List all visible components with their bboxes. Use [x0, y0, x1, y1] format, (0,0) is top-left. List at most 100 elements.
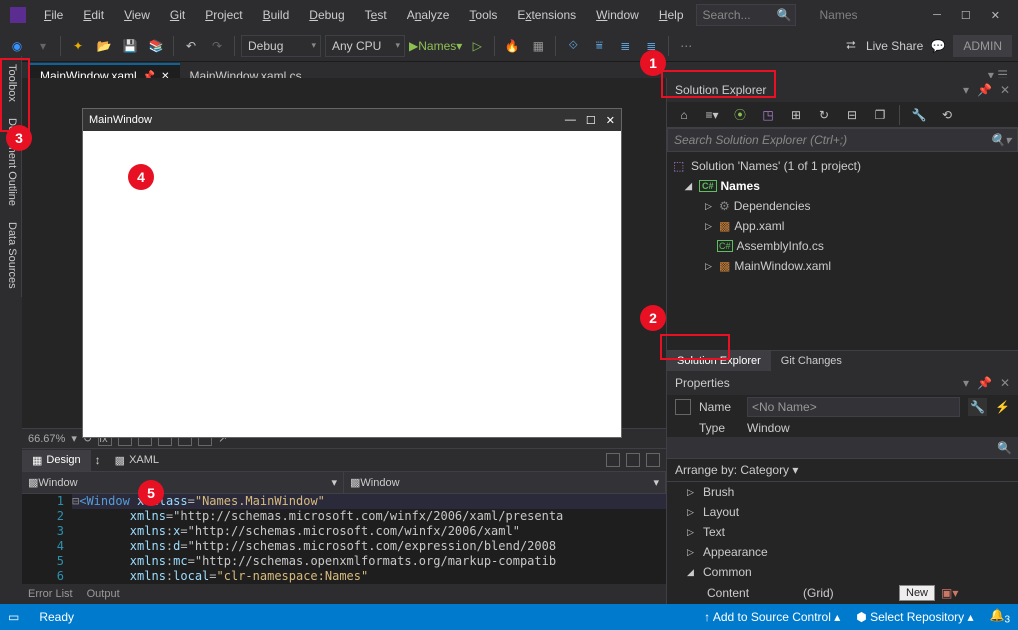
panel-close-icon[interactable]: ✕ [1000, 376, 1010, 390]
nav-fwd-icon[interactable]: ▾ [32, 35, 54, 57]
solution-search-input[interactable]: Search Solution Explorer (Ctrl+;) 🔍▾ [667, 128, 1018, 152]
menu-window[interactable]: Window [588, 4, 647, 26]
cat-layout[interactable]: ▷Layout [667, 502, 1018, 522]
menu-analyze[interactable]: Analyze [399, 4, 458, 26]
callout-box-2 [660, 334, 730, 360]
tree-assemblyinfo[interactable]: C#AssemblyInfo.cs [673, 236, 1012, 256]
sln-preview-icon[interactable]: ⟲ [936, 104, 958, 126]
prop-type-row: Type Window [667, 419, 1018, 437]
tb-btn-4[interactable]: ≣ [614, 35, 636, 57]
side-tab-data-sources[interactable]: Data Sources [0, 214, 22, 297]
cat-brush[interactable]: ▷Brush [667, 482, 1018, 502]
config-dropdown[interactable]: Debug [241, 35, 321, 57]
menu-project[interactable]: Project [197, 4, 250, 26]
arrange-by[interactable]: Arrange by: Category ▾ [667, 459, 1018, 482]
tree-app-xaml[interactable]: ▷▩App.xaml [673, 216, 1012, 236]
editor-workspace: MainWindow — ☐ ✕ 66.67% ▾ ↻ fx ↗ ▦ D [22, 78, 666, 604]
save-all-icon[interactable]: 📚 [145, 35, 167, 57]
sln-properties-icon[interactable]: 🔧 [908, 104, 930, 126]
menu-test[interactable]: Test [357, 4, 395, 26]
tb-btn-3[interactable]: ⩸ [588, 35, 610, 57]
zoom-level[interactable]: 66.67% [28, 433, 65, 445]
sln-views-icon[interactable]: ≡▾ [701, 104, 723, 126]
preview-min-icon: — [565, 114, 576, 127]
menu-git[interactable]: Git [162, 4, 193, 26]
sln-sync-icon[interactable]: ◳ [757, 104, 779, 126]
xaml-class-dropdown[interactable]: ▩ Window▾ [22, 472, 344, 493]
tab-xaml[interactable]: ▩ XAML [105, 450, 169, 471]
tree-dependencies[interactable]: ▷⚙Dependencies [673, 196, 1012, 216]
tab-design[interactable]: ▦ Design [22, 450, 91, 471]
panel-pin-icon[interactable]: 📌 [977, 376, 992, 390]
menu-help[interactable]: Help [651, 4, 692, 26]
maximize-button[interactable]: ☐ [961, 9, 971, 22]
panel-close-icon[interactable]: ✕ [1000, 83, 1010, 97]
cat-common[interactable]: ◢Common [667, 562, 1018, 582]
notifications-icon[interactable]: 🔔3 [989, 608, 1010, 625]
sln-collapse-icon[interactable]: ⊟ [841, 104, 863, 126]
liveshare-icon[interactable]: ⮂ [840, 35, 862, 57]
sln-refresh-icon[interactable]: ↻ [813, 104, 835, 126]
tb-btn-6[interactable]: ⋯ [675, 35, 697, 57]
tab-output[interactable]: Output [87, 588, 120, 600]
tb-btn-1[interactable]: ▦ [527, 35, 549, 57]
menu-search-input[interactable]: Search... 🔍 [696, 4, 796, 26]
reset-icon[interactable]: ▣▾ [941, 586, 958, 600]
events-icon[interactable]: ⚡ [995, 400, 1010, 414]
prop-name-input[interactable]: <No Name> [747, 397, 960, 417]
tab-error-list[interactable]: Error List [28, 588, 73, 600]
menu-view[interactable]: View [116, 4, 158, 26]
panel-dropdown-icon[interactable]: ▾ [963, 83, 969, 97]
split-v-icon[interactable] [626, 453, 640, 467]
close-button[interactable]: ✕ [991, 9, 1000, 22]
cat-appearance[interactable]: ▷Appearance [667, 542, 1018, 562]
panel-pin-icon[interactable]: 📌 [977, 83, 992, 97]
new-button[interactable]: New [899, 585, 935, 601]
menu-build[interactable]: Build [255, 4, 298, 26]
cat-text[interactable]: ▷Text [667, 522, 1018, 542]
sln-pending-icon[interactable]: ⦿ [729, 104, 751, 126]
designer-canvas[interactable]: MainWindow — ☐ ✕ [22, 78, 666, 428]
wrench-icon[interactable]: 🔧 [968, 398, 987, 416]
swap-panes-icon[interactable]: ↕ [91, 453, 105, 467]
liveshare-label[interactable]: Live Share [866, 39, 923, 53]
preview-max-icon: ☐ [586, 114, 596, 127]
select-repository[interactable]: ⬢ Select Repository ▴ [856, 610, 973, 624]
menu-file[interactable]: File [36, 4, 71, 26]
line-gutter: 1 2 3 4 5 6 [22, 494, 72, 584]
xaml-code-editor[interactable]: 1 2 3 4 5 6 ⊟<Window x:Class="Names.Main… [22, 494, 666, 584]
btab-git-changes[interactable]: Git Changes [771, 351, 852, 371]
menu-debug[interactable]: Debug [301, 4, 352, 26]
hot-reload-icon[interactable]: 🔥 [501, 35, 523, 57]
panel-dropdown-icon[interactable]: ▾ [963, 376, 969, 390]
sln-copy-icon[interactable]: ❐ [869, 104, 891, 126]
sln-showall-icon[interactable]: ⊞ [785, 104, 807, 126]
feedback-icon[interactable]: 💬 [927, 35, 949, 57]
solution-node[interactable]: ⬚Solution 'Names' (1 of 1 project) [673, 156, 1012, 176]
menu-edit[interactable]: Edit [75, 4, 112, 26]
sln-home-icon[interactable]: ⌂ [673, 104, 695, 126]
new-item-icon[interactable]: ✦ [67, 35, 89, 57]
project-node[interactable]: ◢C#Names [673, 176, 1012, 196]
xaml-member-dropdown[interactable]: ▩ Window▾ [344, 472, 666, 493]
tree-mainwindow-xaml[interactable]: ▷▩MainWindow.xaml [673, 256, 1012, 276]
start-nodebug-button[interactable]: ▷ [466, 35, 488, 57]
collapse-icon[interactable] [646, 453, 660, 467]
tb-btn-2[interactable]: ⟐ [562, 35, 584, 57]
split-h-icon[interactable] [606, 453, 620, 467]
undo-icon[interactable]: ↶ [180, 35, 202, 57]
start-debug-button[interactable]: ▶ Names ▾ [409, 35, 462, 57]
minimize-button[interactable]: ─ [933, 9, 941, 22]
redo-icon[interactable]: ↷ [206, 35, 228, 57]
add-source-control[interactable]: ↑ Add to Source Control ▴ [704, 610, 840, 624]
main-toolbar: ◉ ▾ ✦ 📂 💾 📚 ↶ ↷ Debug Any CPU ▶ Names ▾ … [0, 30, 1018, 62]
menu-extensions[interactable]: Extensions [509, 4, 584, 26]
nav-back-icon[interactable]: ◉ [6, 35, 28, 57]
save-icon[interactable]: 💾 [119, 35, 141, 57]
open-icon[interactable]: 📂 [93, 35, 115, 57]
prop-search[interactable]: 🔍 [667, 437, 1018, 459]
menu-tools[interactable]: Tools [461, 4, 505, 26]
platform-dropdown[interactable]: Any CPU [325, 35, 405, 57]
preview-window[interactable]: MainWindow — ☐ ✕ [82, 108, 622, 438]
preview-titlebar: MainWindow — ☐ ✕ [83, 109, 621, 131]
